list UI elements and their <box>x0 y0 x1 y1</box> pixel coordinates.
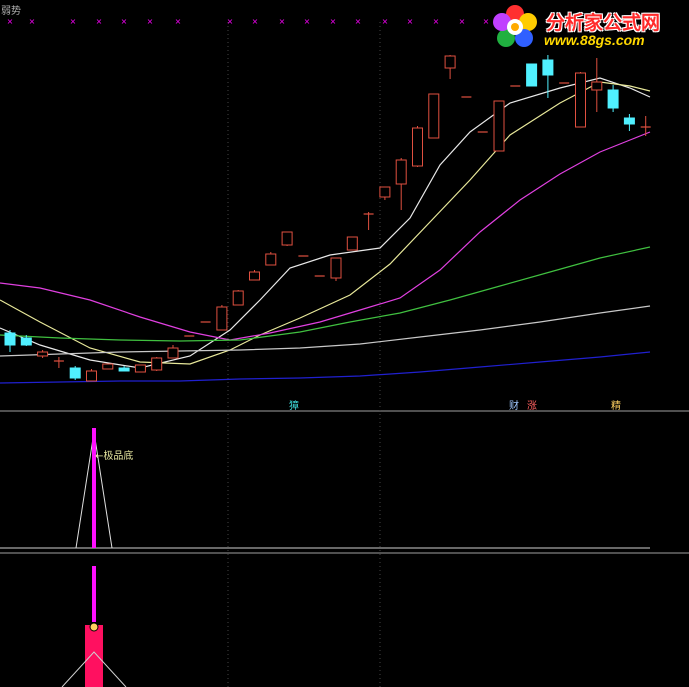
ma-green <box>0 246 651 342</box>
signal-coin <box>89 622 99 632</box>
top-marker: × <box>70 17 77 26</box>
candle-body-up <box>232 290 244 306</box>
top-marker: × <box>7 17 14 26</box>
stock-chart: × × × × × × × × × × × × × × × × × × 獐财涨精 ←极品底 <box>0 17 689 687</box>
candle-body-up <box>412 127 423 167</box>
main-label: 獐 <box>289 399 299 412</box>
candle-body-up <box>493 100 505 152</box>
candle-body-up <box>444 55 456 69</box>
candle-body-up <box>167 347 179 359</box>
signal-bar <box>85 625 103 687</box>
top-marker: × <box>355 17 362 26</box>
brand-url: www.88gs.com <box>544 32 645 48</box>
main-labels: 獐 财涨 精 <box>289 399 621 412</box>
top-marker: × <box>29 17 36 26</box>
candle-body-up <box>346 236 358 251</box>
candle-body-up <box>575 72 586 128</box>
candle-body-up <box>395 159 407 185</box>
candle-body-up <box>151 357 163 371</box>
main-label: 精 <box>611 399 621 412</box>
candle-body-down <box>542 59 554 76</box>
main-label: 财 <box>509 399 519 412</box>
candle-body-up <box>86 370 97 382</box>
ma-magenta <box>0 131 651 341</box>
candle-body-up <box>134 364 146 373</box>
candle-body-up <box>428 93 440 139</box>
candle-body-up <box>281 231 293 246</box>
top-marker: × <box>175 17 182 26</box>
brand-title: 分析家公式网 <box>546 12 661 34</box>
candle-body-down <box>623 117 635 125</box>
candle-body-up <box>265 253 277 266</box>
candle-body-up <box>249 271 260 281</box>
candles <box>4 55 651 382</box>
top-marker: × <box>96 17 103 26</box>
candle-body-up <box>102 363 114 370</box>
ma-gray <box>0 305 651 357</box>
ma-yellow <box>0 81 651 365</box>
candle-body-down <box>4 332 16 346</box>
indicator-panel: ←极品底 <box>0 428 650 549</box>
top-marker: × <box>279 17 286 26</box>
main-label: 涨 <box>527 400 537 412</box>
top-marker: × <box>407 17 414 26</box>
candle-body-down <box>118 367 130 372</box>
top-marker: × <box>227 17 234 26</box>
signal-panel <box>61 566 127 687</box>
flower-logo-icon <box>493 5 537 47</box>
candle-body-up <box>330 257 342 279</box>
candle-body-up <box>37 351 49 357</box>
moving-averages <box>0 77 651 384</box>
top-marker: × <box>330 17 337 26</box>
top-marker: × <box>459 17 466 26</box>
candle-body-up <box>216 306 228 331</box>
ma-white <box>0 77 651 369</box>
top-marker: × <box>252 17 259 26</box>
top-markers: × × × × × × × × × × × × × × × × × × <box>7 17 490 26</box>
top-marker: × <box>147 17 154 26</box>
candle-body-down <box>526 63 538 87</box>
top-marker: × <box>382 17 389 26</box>
top-left-label: 弱势 <box>1 6 21 17</box>
top-marker: × <box>121 17 128 26</box>
brand-logo[interactable]: 分析家公式网 www.88gs.com <box>488 4 684 52</box>
candle-body-down <box>607 89 619 109</box>
top-marker: × <box>433 17 440 26</box>
candle-body-down <box>20 337 32 346</box>
candle-body-up <box>379 186 391 198</box>
top-marker: × <box>304 17 311 26</box>
ma-blue <box>0 351 651 384</box>
candle-body-down <box>69 367 81 379</box>
candle-body-up <box>591 81 603 91</box>
indicator-annotation: ←极品底 <box>95 449 133 462</box>
